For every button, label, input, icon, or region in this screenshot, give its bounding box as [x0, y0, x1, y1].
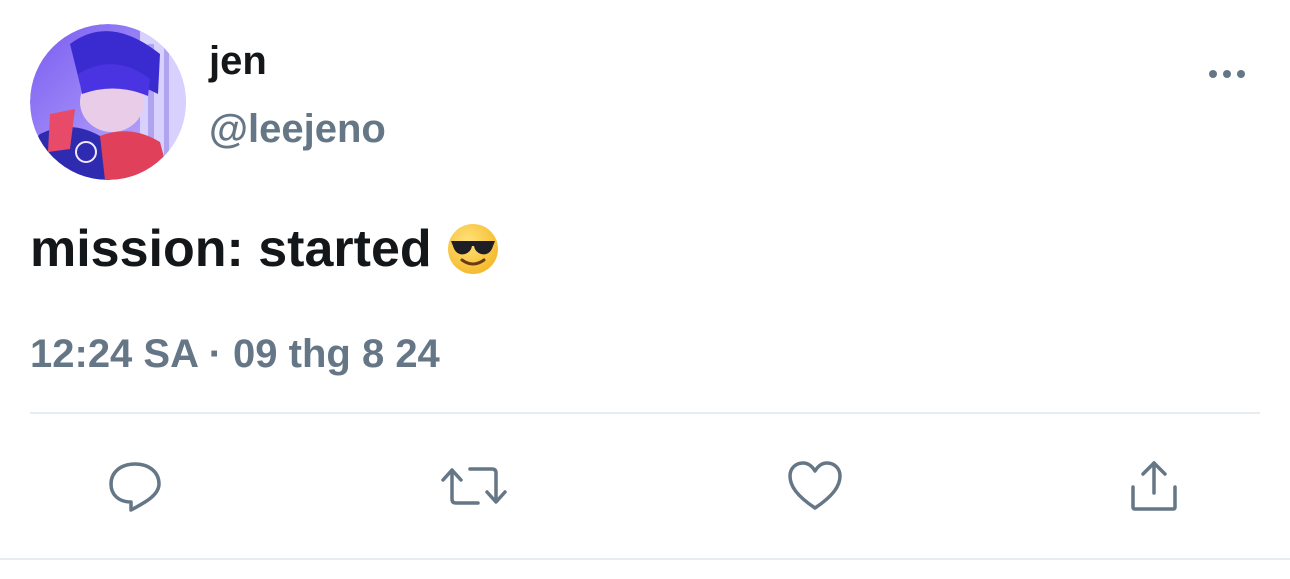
display-name[interactable]: jen — [209, 38, 267, 84]
retweet-icon — [440, 457, 508, 520]
avatar[interactable] — [30, 24, 186, 180]
reply-button[interactable] — [103, 456, 167, 520]
sunglasses-emoji-icon — [446, 222, 500, 276]
tweet-text-row: mission: started — [30, 218, 500, 280]
username-handle[interactable]: @leejeno — [209, 106, 386, 152]
like-button[interactable] — [783, 456, 847, 520]
bottom-divider — [0, 558, 1290, 560]
share-icon — [1125, 457, 1183, 520]
more-horizontal-icon — [1207, 66, 1247, 84]
share-button[interactable] — [1122, 456, 1186, 520]
divider — [30, 412, 1260, 414]
retweet-button[interactable] — [440, 456, 508, 520]
heart-icon — [785, 458, 845, 519]
tweet-text: mission: started — [30, 220, 432, 278]
tweet-timestamp[interactable]: 12:24 SA · 09 thg 8 24 — [30, 330, 440, 378]
more-options-button[interactable] — [1200, 60, 1254, 90]
reply-icon — [106, 457, 164, 520]
